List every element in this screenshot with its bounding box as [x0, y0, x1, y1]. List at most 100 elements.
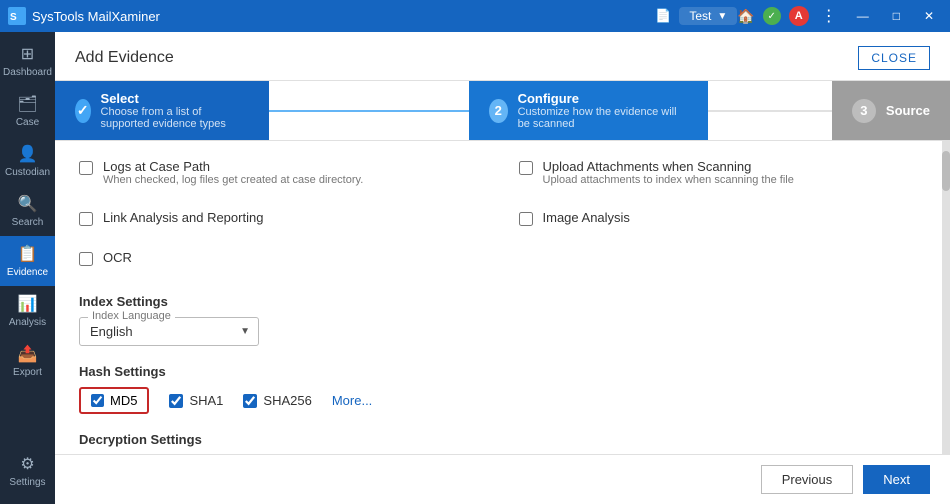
col-link: Link Analysis and Reporting [79, 210, 479, 236]
user-avatar[interactable]: A [789, 6, 809, 26]
step3-number: 3 [852, 99, 876, 123]
active-tab[interactable]: Test ▼ [679, 7, 737, 25]
step1-number: ✓ [75, 99, 91, 123]
titlebar-center: 📄 Test ▼ [655, 7, 737, 25]
sidebar-label-search: Search [12, 217, 44, 228]
hash-settings-title: Hash Settings [79, 364, 918, 379]
form-row-2: Link Analysis and Reporting Image Analys… [79, 210, 918, 236]
upload-label: Upload Attachments when Scanning [543, 159, 794, 174]
form-row-3: OCR [79, 250, 918, 276]
logs-checkbox[interactable] [79, 161, 93, 175]
search-icon: 🔍 [18, 194, 38, 214]
hash-row: MD5 SHA1 SHA256 More... [79, 387, 918, 414]
close-button[interactable]: CLOSE [858, 46, 930, 70]
form-row-1: Logs at Case Path When checked, log file… [79, 159, 918, 196]
col-empty [519, 250, 919, 276]
step-source: 3 Source [832, 81, 950, 140]
step-connector-1 [269, 110, 469, 112]
language-select[interactable]: English French German Spanish Chinese [90, 324, 248, 339]
analysis-icon: 📊 [18, 294, 38, 314]
step-select: ✓ Select Choose from a list of supported… [55, 81, 269, 140]
md5-box: MD5 [79, 387, 149, 414]
upload-sublabel: Upload attachments to index when scannin… [543, 174, 794, 186]
col-logs: Logs at Case Path When checked, log file… [79, 159, 479, 196]
language-label: Index Language [88, 310, 175, 322]
col-image: Image Analysis [519, 210, 919, 236]
sidebar-item-search[interactable]: 🔍 Search [0, 186, 55, 236]
panel-footer: Previous Next [55, 454, 950, 504]
checkbox-ocr: OCR [79, 250, 479, 266]
sidebar: ⊞ Dashboard 🗂 Case 👤 Custodian 🔍 Search … [0, 32, 55, 504]
image-analysis-checkbox[interactable] [519, 212, 533, 226]
link-label: Link Analysis and Reporting [103, 210, 263, 225]
checkbox-logs: Logs at Case Path When checked, log file… [79, 159, 479, 186]
home-icon[interactable]: 🏠 [737, 8, 754, 25]
dashboard-icon: ⊞ [21, 44, 34, 64]
minimize-button[interactable]: — [849, 7, 877, 25]
sha256-label: SHA256 [263, 393, 311, 408]
upload-checkbox[interactable] [519, 161, 533, 175]
status-icon: ✓ [763, 7, 781, 25]
sidebar-item-dashboard[interactable]: ⊞ Dashboard [0, 36, 55, 86]
step-connector-2 [708, 110, 832, 112]
checkbox-link-analysis: Link Analysis and Reporting [79, 210, 479, 226]
export-icon: 📤 [18, 344, 38, 364]
sidebar-item-case[interactable]: 🗂 Case [0, 86, 55, 136]
panel-header: Add Evidence CLOSE [55, 32, 950, 81]
checkbox-image-analysis: Image Analysis [519, 210, 919, 226]
maximize-button[interactable]: □ [885, 7, 908, 25]
ocr-checkbox[interactable] [79, 252, 93, 266]
settings-icon: ⚙ [20, 454, 34, 474]
panel-title: Add Evidence [75, 49, 174, 67]
sidebar-item-export[interactable]: 📤 Export [0, 336, 55, 386]
col-ocr: OCR [79, 250, 479, 276]
sha256-checkbox[interactable] [243, 394, 257, 408]
step1-name: Select [101, 91, 249, 106]
sidebar-item-settings[interactable]: ⚙ Settings [0, 446, 55, 496]
sidebar-label-analysis: Analysis [9, 317, 46, 328]
sidebar-label-case: Case [16, 117, 39, 128]
tab-label: Test [689, 9, 711, 23]
main-layout: ⊞ Dashboard 🗂 Case 👤 Custodian 🔍 Search … [0, 32, 950, 504]
window-close-button[interactable]: ✕ [916, 7, 942, 25]
logs-sublabel: When checked, log files get created at c… [103, 174, 363, 186]
sidebar-item-analysis[interactable]: 📊 Analysis [0, 286, 55, 336]
index-settings: Index Settings Index Language English Fr… [79, 294, 918, 346]
sha1-item: SHA1 [169, 393, 223, 408]
sha1-label: SHA1 [189, 393, 223, 408]
decryption-settings: Decryption Settings Detect Digital Signa… [79, 432, 918, 454]
previous-button[interactable]: Previous [761, 465, 854, 494]
sidebar-label-custodian: Custodian [5, 167, 50, 178]
sha1-checkbox[interactable] [169, 394, 183, 408]
step3-name: Source [886, 103, 930, 118]
step2-name: Configure [518, 91, 688, 106]
sidebar-label-export: Export [13, 367, 42, 378]
titlebar-controls: 🏠 ✓ A ⋮ — □ ✕ [737, 6, 942, 26]
sha256-item: SHA256 [243, 393, 311, 408]
hash-settings: Hash Settings MD5 SHA1 [79, 364, 918, 414]
scrollbar-thumb[interactable] [942, 151, 950, 191]
form-body: Logs at Case Path When checked, log file… [55, 141, 942, 454]
sidebar-label-settings: Settings [9, 477, 45, 488]
language-field[interactable]: Index Language English French German Spa… [79, 317, 259, 346]
more-link[interactable]: More... [332, 393, 372, 408]
content-area: Add Evidence CLOSE ✓ Select Choose from … [55, 32, 950, 504]
next-button[interactable]: Next [863, 465, 930, 494]
step1-desc: Choose from a list of supported evidence… [101, 106, 249, 130]
decryption-title: Decryption Settings [79, 432, 918, 447]
step-configure: 2 Configure Customize how the evidence w… [469, 81, 708, 140]
evidence-icon: 📋 [18, 244, 38, 264]
ocr-label: OCR [103, 250, 132, 265]
add-evidence-panel: Add Evidence CLOSE ✓ Select Choose from … [55, 32, 950, 504]
sidebar-item-evidence[interactable]: 📋 Evidence [0, 236, 55, 286]
link-analysis-checkbox[interactable] [79, 212, 93, 226]
tab-dropdown-icon[interactable]: ▼ [717, 11, 727, 22]
sidebar-item-custodian[interactable]: 👤 Custodian [0, 136, 55, 186]
more-icon[interactable]: ⋮ [817, 6, 841, 26]
step2-info: Configure Customize how the evidence wil… [518, 91, 688, 130]
md5-checkbox[interactable] [91, 394, 104, 407]
file-icon: 📄 [655, 8, 671, 24]
scrollbar[interactable] [942, 141, 950, 454]
titlebar: S SysTools MailXaminer 📄 Test ▼ 🏠 ✓ A ⋮ … [0, 0, 950, 32]
form-container: Logs at Case Path When checked, log file… [55, 141, 950, 454]
